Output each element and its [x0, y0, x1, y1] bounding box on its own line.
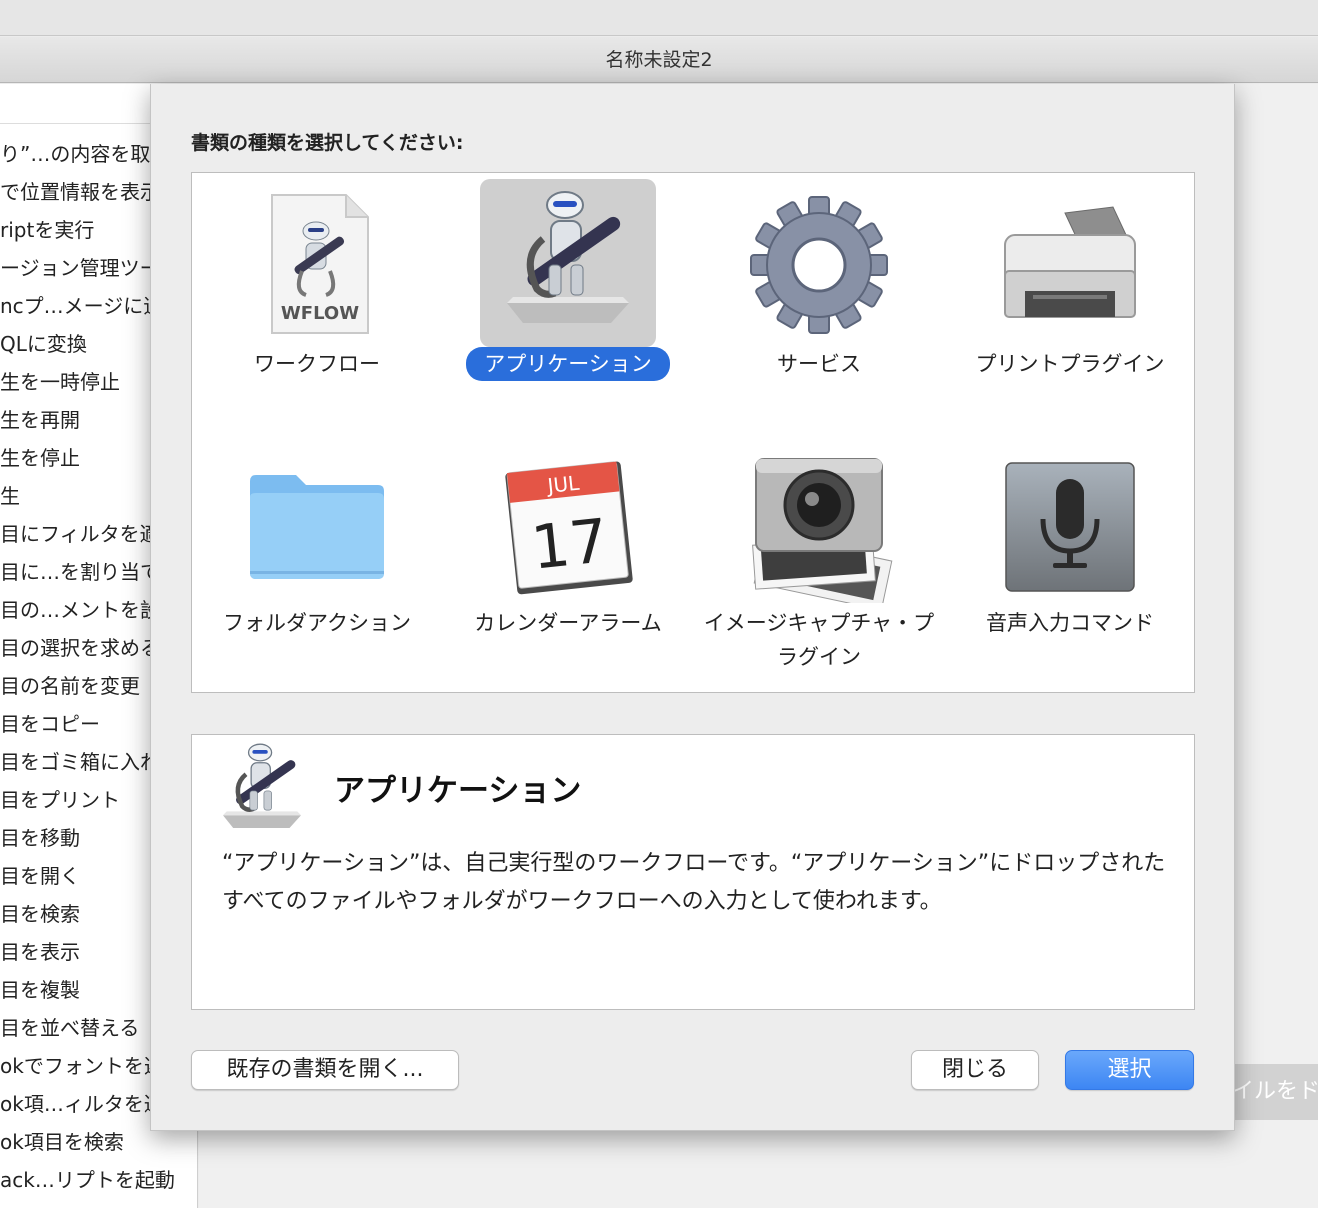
- type-label: サービス: [777, 352, 861, 376]
- description-text: “アプリケーション”は、自己実行型のワークフローです。“アプリケーション”にドロ…: [222, 851, 1166, 914]
- printer-icon: [1004, 206, 1136, 318]
- gear-icon: [750, 196, 888, 334]
- description-title: アプリケーション: [334, 773, 582, 809]
- automator-robot-icon: [507, 191, 629, 323]
- type-label: ワークフロー: [254, 352, 380, 376]
- camera-icon: [752, 458, 893, 603]
- type-dictation-command[interactable]: 音声入力コマンド: [945, 431, 1195, 691]
- toolbar-strip: [0, 0, 1318, 36]
- wflow-badge: WFLOW: [281, 303, 359, 324]
- type-folder-action[interactable]: フォルダアクション: [192, 431, 442, 691]
- document-type-grid: WFLOW ワークフロー アプリケーション サービス プリントプラグイン フォル…: [191, 172, 1195, 693]
- prompt-label: 書類の種類を選択してください:: [191, 132, 464, 154]
- choose-button[interactable]: 選択: [1065, 1050, 1194, 1090]
- type-service[interactable]: サービス: [694, 173, 944, 423]
- type-label: フォルダアクション: [223, 611, 411, 635]
- type-label: イメージキャプチャ・プラグイン: [703, 611, 935, 669]
- calendar-icon: JUL 17: [505, 461, 633, 595]
- description-panel: アプリケーション “アプリケーション”は、自己実行型のワークフローです。“アプリ…: [191, 734, 1195, 1010]
- drop-hint: イルをド: [1222, 1064, 1318, 1120]
- sidebar-action-item[interactable]: ack…リプトを起動: [0, 1161, 197, 1199]
- open-existing-button[interactable]: 既存の書類を開く...: [191, 1050, 459, 1090]
- sidebar-search-area[interactable]: [0, 92, 160, 124]
- document-type-sheet: 書類の種類を選択してください: WFLOW ワークフロー アプリケーション サー…: [150, 84, 1235, 1131]
- type-workflow[interactable]: WFLOW ワークフロー: [192, 173, 442, 423]
- type-label: プリントプラグイン: [975, 352, 1165, 376]
- type-calendar-alarm[interactable]: JUL 17 カレンダーアラーム: [443, 431, 693, 691]
- workflow-document-icon: WFLOW: [271, 194, 369, 334]
- type-application[interactable]: アプリケーション: [443, 173, 693, 423]
- close-button[interactable]: 閉じる: [911, 1050, 1039, 1090]
- type-label: アプリケーション: [466, 347, 670, 381]
- window-title: 名称未設定2: [0, 37, 1318, 83]
- type-label: 音声入力コマンド: [986, 611, 1154, 635]
- folder-icon: [250, 475, 384, 579]
- type-image-capture-plugin[interactable]: イメージキャプチャ・プラグイン: [694, 431, 944, 691]
- automator-robot-icon: [222, 743, 302, 829]
- calendar-month: JUL: [544, 471, 581, 498]
- calendar-day: 17: [528, 506, 611, 584]
- type-print-plugin[interactable]: プリントプラグイン: [945, 173, 1195, 423]
- type-label: カレンダーアラーム: [474, 611, 662, 635]
- microphone-icon: [1005, 462, 1135, 592]
